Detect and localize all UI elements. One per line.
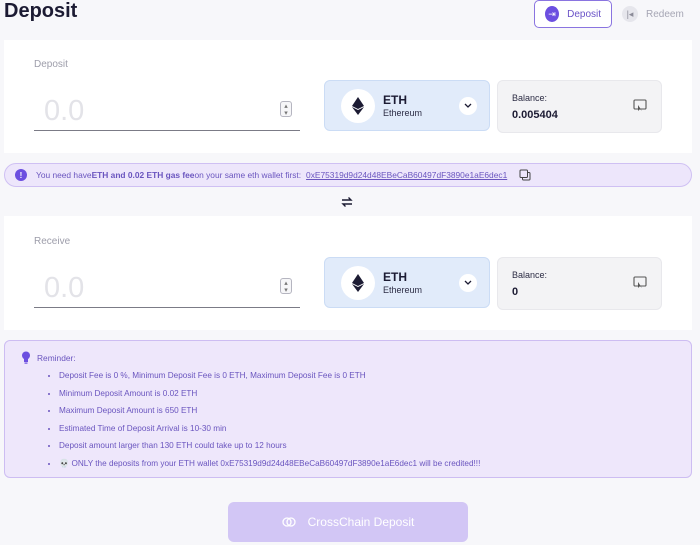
swap-icon[interactable] — [340, 196, 354, 208]
receive-label: Receive — [34, 236, 71, 247]
reminder-title: Reminder: — [37, 352, 76, 363]
mode-tabs: ⇥ Deposit |◂ Redeem — [534, 0, 694, 28]
crosschain-icon — [281, 517, 296, 527]
receive-amount-stepper[interactable]: ▴ ▾ — [280, 278, 292, 294]
deposit-amount-input[interactable]: 0.0 ▴ ▾ — [34, 91, 300, 131]
reminder-item: Maximum Deposit Amount is 650 ETH — [59, 402, 691, 420]
tab-redeem-label: Redeem — [646, 8, 684, 20]
chevron-down-icon — [459, 273, 477, 292]
deposit-label: Deposit — [34, 59, 68, 70]
receive-token-name: Ethereum — [383, 285, 423, 295]
tab-redeem[interactable]: |◂ Redeem — [612, 0, 694, 28]
reminder-item: Deposit amount larger than 130 ETH could… — [59, 437, 691, 455]
notice-suffix: on your same eth wallet first: — [194, 170, 302, 180]
lightbulb-icon — [22, 351, 30, 364]
reminder-list: Deposit Fee is 0 %, Minimum Deposit Fee … — [21, 367, 691, 472]
deposit-arrow-icon: ⇥ — [545, 6, 560, 22]
deposit-balance-value: 0.005404 — [512, 109, 558, 121]
ethereum-icon — [341, 88, 375, 123]
receive-balance-box: Balance: 0 — [497, 257, 662, 310]
page-title: Deposit — [4, 0, 78, 22]
tab-deposit-label: Deposit — [567, 8, 601, 20]
deposit-panel: Deposit 0.0 ▴ ▾ ETH Ethereum Balance: 0.0… — [4, 40, 692, 153]
max-balance-icon[interactable] — [633, 276, 647, 290]
receive-balance-label: Balance: — [512, 270, 548, 280]
reminder-item: Deposit Fee is 0 %, Minimum Deposit Fee … — [59, 367, 691, 385]
info-icon: ! — [15, 169, 27, 181]
reminder-box: Reminder: Deposit Fee is 0 %, Minimum De… — [4, 340, 692, 478]
chevron-down-icon — [459, 96, 477, 115]
deposit-token-text: ETH Ethereum — [383, 93, 459, 118]
receive-token-select[interactable]: ETH Ethereum — [324, 257, 490, 308]
receive-balance-value: 0 — [512, 286, 519, 298]
deposit-balance-box: Balance: 0.005404 — [497, 80, 662, 133]
deposit-amount-stepper[interactable]: ▴ ▾ — [280, 101, 292, 117]
receive-panel: Receive 0.0 ▴ ▾ ETH Ethereum Balance: 0 — [4, 216, 692, 330]
deposit-token-select[interactable]: ETH Ethereum — [324, 80, 490, 131]
crosschain-deposit-label: CrossChain Deposit — [307, 515, 415, 529]
copy-icon[interactable] — [519, 169, 531, 181]
redeem-arrow-icon: |◂ — [622, 6, 638, 22]
wallet-address-link[interactable]: 0xE75319d9d24d48EBeCaB60497dF3890e1aE6de… — [306, 170, 507, 180]
deposit-amount-value: 0.0 — [44, 95, 85, 127]
deposit-balance-label: Balance: — [512, 93, 548, 103]
tab-deposit[interactable]: ⇥ Deposit — [534, 0, 612, 28]
crosschain-deposit-button[interactable]: CrossChain Deposit — [228, 502, 468, 542]
reminder-item: Minimum Deposit Amount is 0.02 ETH — [59, 385, 691, 403]
deposit-token-name: Ethereum — [383, 108, 423, 118]
deposit-token-symbol: ETH — [383, 93, 407, 107]
gas-fee-notice: ! You need have ETH and 0.02 ETH gas fee… — [4, 163, 692, 187]
receive-token-text: ETH Ethereum — [383, 270, 459, 295]
notice-bold: ETH and 0.02 ETH gas fee — [91, 170, 195, 180]
notice-prefix: You need have — [36, 170, 92, 180]
receive-amount-value: 0.0 — [44, 272, 85, 304]
ethereum-icon — [341, 265, 375, 300]
receive-amount-input[interactable]: 0.0 ▴ ▾ — [34, 268, 300, 308]
reminder-item: Estimated Time of Deposit Arrival is 10-… — [59, 420, 691, 438]
reminder-item: 💀 ONLY the deposits from your ETH wallet… — [59, 455, 691, 473]
reminder-header: Reminder: — [21, 351, 691, 364]
receive-token-symbol: ETH — [383, 270, 407, 284]
max-balance-icon[interactable] — [633, 99, 647, 113]
